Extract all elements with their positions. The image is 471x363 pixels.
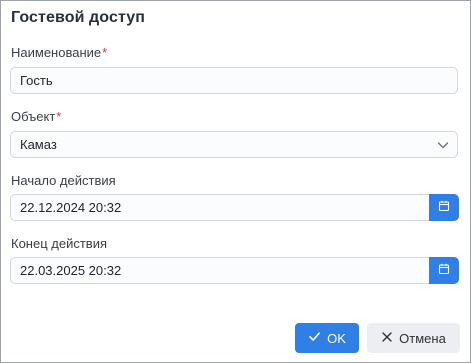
start-date-input[interactable]: 22.12.2024 20:32 xyxy=(10,194,429,221)
start-label-text: Начало действия xyxy=(11,173,116,188)
calendar-icon xyxy=(438,262,450,280)
required-mark: * xyxy=(102,45,108,60)
object-select[interactable]: Камаз xyxy=(10,131,458,158)
guest-access-dialog: Гостевой доступ Наименование* Гость Объе… xyxy=(0,0,471,363)
object-label-text: Объект xyxy=(11,109,56,124)
start-date-picker-button[interactable] xyxy=(429,194,459,221)
ok-button-label: OK xyxy=(327,330,346,346)
end-date-value: 22.03.2025 20:32 xyxy=(20,263,122,278)
ok-button[interactable]: OK xyxy=(295,323,359,353)
name-input[interactable]: Гость xyxy=(10,67,458,94)
name-input-value: Гость xyxy=(20,73,53,88)
end-label-text: Конец действия xyxy=(11,236,108,251)
required-mark: * xyxy=(56,109,62,124)
object-select-value: Камаз xyxy=(20,137,57,152)
cancel-button-label: Отмена xyxy=(399,330,446,346)
close-icon xyxy=(381,331,393,346)
chevron-down-icon[interactable] xyxy=(437,139,449,151)
object-label: Объект* xyxy=(11,109,61,124)
end-date-input[interactable]: 22.03.2025 20:32 xyxy=(10,257,429,284)
name-label: Наименование* xyxy=(11,45,107,60)
cancel-button[interactable]: Отмена xyxy=(367,323,460,353)
dialog-title: Гостевой доступ xyxy=(11,9,146,26)
end-date-picker-button[interactable] xyxy=(429,257,459,284)
check-icon xyxy=(308,330,321,346)
end-label: Конец действия xyxy=(11,236,107,251)
start-date-value: 22.12.2024 20:32 xyxy=(20,200,122,215)
calendar-icon xyxy=(438,199,450,217)
start-label: Начало действия xyxy=(11,173,116,188)
name-label-text: Наименование xyxy=(11,45,102,60)
